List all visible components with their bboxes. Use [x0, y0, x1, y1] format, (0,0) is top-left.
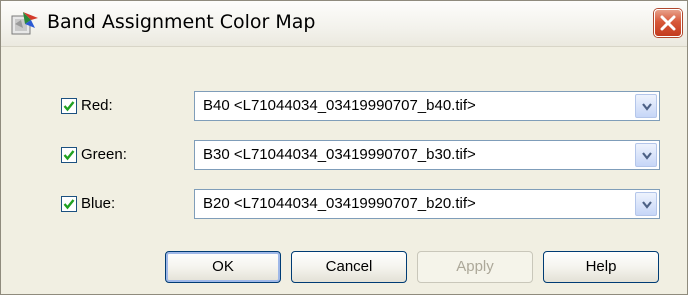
- green-band-value: B30 <L71044034_03419990707_b30.tif>: [203, 146, 476, 163]
- title-bar[interactable]: Band Assignment Color Map: [1, 1, 687, 47]
- cancel-button[interactable]: Cancel: [291, 251, 407, 283]
- ok-button[interactable]: OK: [165, 251, 281, 283]
- red-label: Red:: [81, 97, 113, 114]
- checkmark-icon: [63, 150, 75, 161]
- chevron-down-icon: [642, 103, 652, 111]
- red-band-value: B40 <L71044034_03419990707_b40.tif>: [203, 97, 476, 114]
- red-band-select[interactable]: B40 <L71044034_03419990707_b40.tif>: [194, 91, 660, 121]
- close-button[interactable]: [654, 9, 682, 37]
- band-map-icon: [11, 10, 39, 36]
- chevron-down-icon: [642, 152, 652, 160]
- red-dropdown-button[interactable]: [635, 94, 657, 118]
- dialog-window: Band Assignment Color Map Red: B40 <L710…: [0, 0, 688, 295]
- blue-label: Blue:: [81, 195, 116, 212]
- apply-button: Apply: [417, 251, 533, 283]
- close-icon: [660, 15, 676, 31]
- red-checkbox[interactable]: [61, 98, 77, 114]
- green-dropdown-button[interactable]: [635, 143, 657, 167]
- green-checkbox[interactable]: [61, 147, 77, 163]
- chevron-down-icon: [642, 201, 652, 209]
- help-button[interactable]: Help: [543, 251, 659, 283]
- window-title: Band Assignment Color Map: [47, 11, 316, 33]
- blue-band-value: B20 <L71044034_03419990707_b20.tif>: [203, 195, 476, 212]
- checkmark-icon: [63, 101, 75, 112]
- green-label: Green:: [81, 146, 127, 163]
- blue-dropdown-button[interactable]: [635, 192, 657, 216]
- blue-checkbox[interactable]: [61, 196, 77, 212]
- green-band-select[interactable]: B30 <L71044034_03419990707_b30.tif>: [194, 140, 660, 170]
- checkmark-icon: [63, 199, 75, 210]
- blue-band-select[interactable]: B20 <L71044034_03419990707_b20.tif>: [194, 189, 660, 219]
